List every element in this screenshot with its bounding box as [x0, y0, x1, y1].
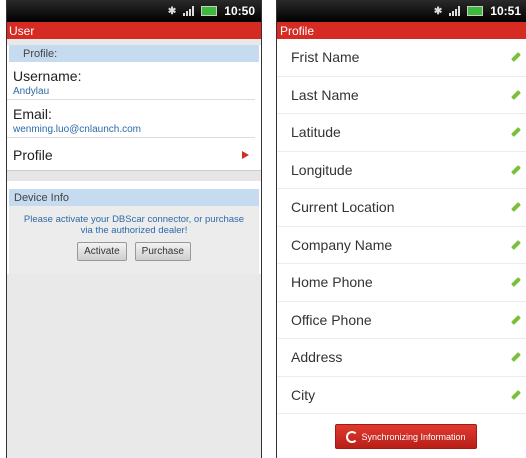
username-label: Username:	[13, 68, 82, 84]
status-bar: ✱ 10:50	[7, 0, 261, 22]
edit-icon[interactable]	[511, 315, 521, 325]
status-bar: ✱ 10:51	[277, 0, 526, 22]
edit-icon[interactable]	[511, 202, 521, 212]
field-label: Latitude	[291, 124, 341, 141]
field-label: Office Phone	[291, 311, 372, 328]
field-label: Frist Name	[291, 49, 360, 66]
profile-link[interactable]: Profile	[7, 138, 261, 164]
profile-field-row[interactable]: Current Location	[277, 189, 526, 227]
edit-icon[interactable]	[511, 352, 521, 362]
username-value: Andylau	[7, 86, 255, 100]
device-info-panel: Please activate your DBScar connector, o…	[9, 206, 259, 274]
signal-icon	[449, 6, 461, 16]
field-label: Address	[291, 349, 343, 366]
sync-icon	[346, 430, 359, 443]
sync-button-label: Synchronizing Information	[361, 431, 466, 442]
edit-icon[interactable]	[511, 277, 521, 287]
profile-field-list: Frist Name Last Name Latitude Longitude …	[277, 39, 526, 414]
profile-section-header: Profile:	[9, 45, 259, 62]
battery-icon	[467, 6, 484, 16]
page-title: User	[7, 22, 261, 39]
activation-message: Please activate your DBScar connector, o…	[23, 214, 245, 236]
profile-field-row[interactable]: Office Phone	[277, 302, 526, 339]
arrow-right-icon	[242, 151, 249, 159]
profile-field-row[interactable]: Company Name	[277, 227, 526, 264]
email-label: Email:	[13, 106, 52, 122]
profile-field-row[interactable]: Home Phone	[277, 264, 526, 302]
device-info-header: Device Info	[9, 189, 259, 206]
edit-icon[interactable]	[511, 52, 521, 62]
edit-icon[interactable]	[511, 127, 521, 137]
status-time: 10:51	[490, 4, 521, 18]
field-label: Longitude	[291, 161, 353, 178]
profile-screen: ✱ 10:51 Profile Frist Name Last Name Lat…	[276, 0, 526, 458]
signal-icon	[183, 6, 195, 16]
page-title: Profile	[277, 22, 526, 39]
profile-link-label: Profile	[13, 147, 53, 163]
empty-area	[7, 274, 261, 458]
profile-field-row[interactable]: Address	[277, 339, 526, 377]
profile-field-row[interactable]: Last Name	[277, 77, 526, 114]
field-label: Last Name	[291, 86, 359, 103]
status-time: 10:50	[224, 4, 255, 18]
profile-field-row[interactable]: Longitude	[277, 152, 526, 189]
edit-icon[interactable]	[511, 390, 521, 400]
purchase-button[interactable]: Purchase	[134, 242, 191, 261]
field-label: Current Location	[291, 199, 395, 216]
profile-field-row[interactable]: Frist Name	[277, 39, 526, 77]
edit-icon[interactable]	[511, 165, 521, 175]
profile-field-row[interactable]: City	[277, 377, 526, 414]
battery-icon	[201, 6, 218, 16]
activate-button[interactable]: Activate	[77, 242, 127, 261]
user-screen: ✱ 10:50 User Profile: Username: Andylau …	[6, 0, 262, 458]
field-label: Home Phone	[291, 274, 373, 291]
bluetooth-icon: ✱	[167, 5, 177, 17]
edit-icon[interactable]	[511, 90, 521, 100]
field-label: Company Name	[291, 236, 393, 253]
user-content: Profile: Username: Andylau Email: wenmin…	[7, 45, 261, 458]
sync-button[interactable]: Synchronizing Information	[335, 424, 477, 449]
divider	[7, 170, 261, 181]
bluetooth-icon: ✱	[433, 5, 443, 17]
field-label: City	[291, 386, 316, 403]
edit-icon[interactable]	[511, 240, 521, 250]
email-value: wenming.luo@cnlaunch.com	[7, 124, 255, 138]
profile-field-row[interactable]: Latitude	[277, 114, 526, 152]
